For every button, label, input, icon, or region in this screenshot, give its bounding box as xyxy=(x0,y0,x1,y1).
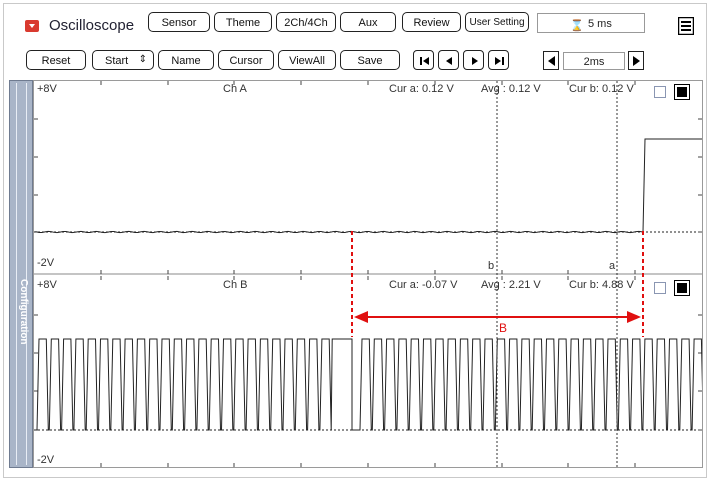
channel-a-bottom-label: -2V xyxy=(37,257,55,269)
start-select[interactable]: Start ⇕ xyxy=(92,50,154,70)
channel-a-checkbox[interactable] xyxy=(654,86,666,98)
hamburger-menu-icon[interactable] xyxy=(677,16,695,36)
app-title: Oscilloscope xyxy=(49,17,135,34)
time-display-value: 5 ms xyxy=(588,18,612,30)
channel-b-waveform xyxy=(34,338,702,431)
channel-a-toggle[interactable] xyxy=(674,84,690,100)
configuration-label: Configuration xyxy=(18,279,29,345)
annotation-arrow-right-head xyxy=(627,311,641,323)
theme-button[interactable]: Theme xyxy=(214,12,272,32)
channel-a-cur-b: Cur b: 0.12 V xyxy=(569,83,634,95)
app-menu-icon[interactable] xyxy=(25,20,39,32)
time-div-display: 2ms xyxy=(563,52,625,70)
channel-b-cur-a: Cur a: -0.07 V xyxy=(389,279,458,291)
first-frame-button[interactable] xyxy=(413,50,434,70)
time-div-decrease-button[interactable] xyxy=(543,51,559,70)
prev-frame-button[interactable] xyxy=(438,50,459,70)
channel-a-avg: Avg : 0.12 V xyxy=(481,83,541,95)
cursor-a-label: a xyxy=(609,260,616,272)
last-frame-button[interactable] xyxy=(488,50,509,70)
next-frame-button[interactable] xyxy=(463,50,484,70)
channel-a-cur-a: Cur a: 0.12 V xyxy=(389,83,454,95)
panel-line xyxy=(16,83,17,465)
start-select-label: Start xyxy=(105,55,129,67)
name-button[interactable]: Name xyxy=(158,50,214,70)
annotation-label: B xyxy=(499,321,508,335)
cursor-button[interactable]: Cursor xyxy=(218,50,274,70)
updown-icon: ⇕ xyxy=(138,54,147,65)
time-div-increase-button[interactable] xyxy=(628,51,644,70)
channel-b-name: Ch B xyxy=(223,279,248,291)
clock-icon: ⌛ xyxy=(570,20,584,32)
channel-a-top-label: +8V xyxy=(37,83,57,95)
time-display: ⌛ 5 ms xyxy=(537,13,645,33)
plot-area[interactable]: +8V Ch A Cur a: 0.12 V Avg : 0.12 V Cur … xyxy=(33,80,703,468)
scope-canvas xyxy=(34,81,702,467)
annotation-arrow-left-head xyxy=(354,311,368,323)
channel-a-name: Ch A xyxy=(223,83,247,95)
channel-b-avg: Avg : 2.21 V xyxy=(481,279,541,291)
user-setting-button[interactable]: User Setting xyxy=(465,12,529,32)
configuration-panel[interactable]: Configuration xyxy=(9,80,33,468)
aux-button[interactable]: Aux xyxy=(340,12,396,32)
review-button[interactable]: Review xyxy=(402,12,461,32)
panel-line xyxy=(26,83,27,465)
cursor-b-label: b xyxy=(488,260,495,272)
channel-b-checkbox[interactable] xyxy=(654,282,666,294)
channel-b-toggle[interactable] xyxy=(674,280,690,296)
channel-b-top-label: +8V xyxy=(37,279,57,291)
save-button[interactable]: Save xyxy=(340,50,400,70)
channel-b-cur-b: Cur b: 4.88 V xyxy=(569,279,634,291)
viewall-button[interactable]: ViewAll xyxy=(278,50,336,70)
channel-a-waveform xyxy=(34,138,702,234)
sensor-button[interactable]: Sensor xyxy=(148,12,210,32)
channel-b-bottom-label: -2V xyxy=(37,454,55,466)
channels-button[interactable]: 2Ch/4Ch xyxy=(276,12,336,32)
reset-button[interactable]: Reset xyxy=(26,50,86,70)
